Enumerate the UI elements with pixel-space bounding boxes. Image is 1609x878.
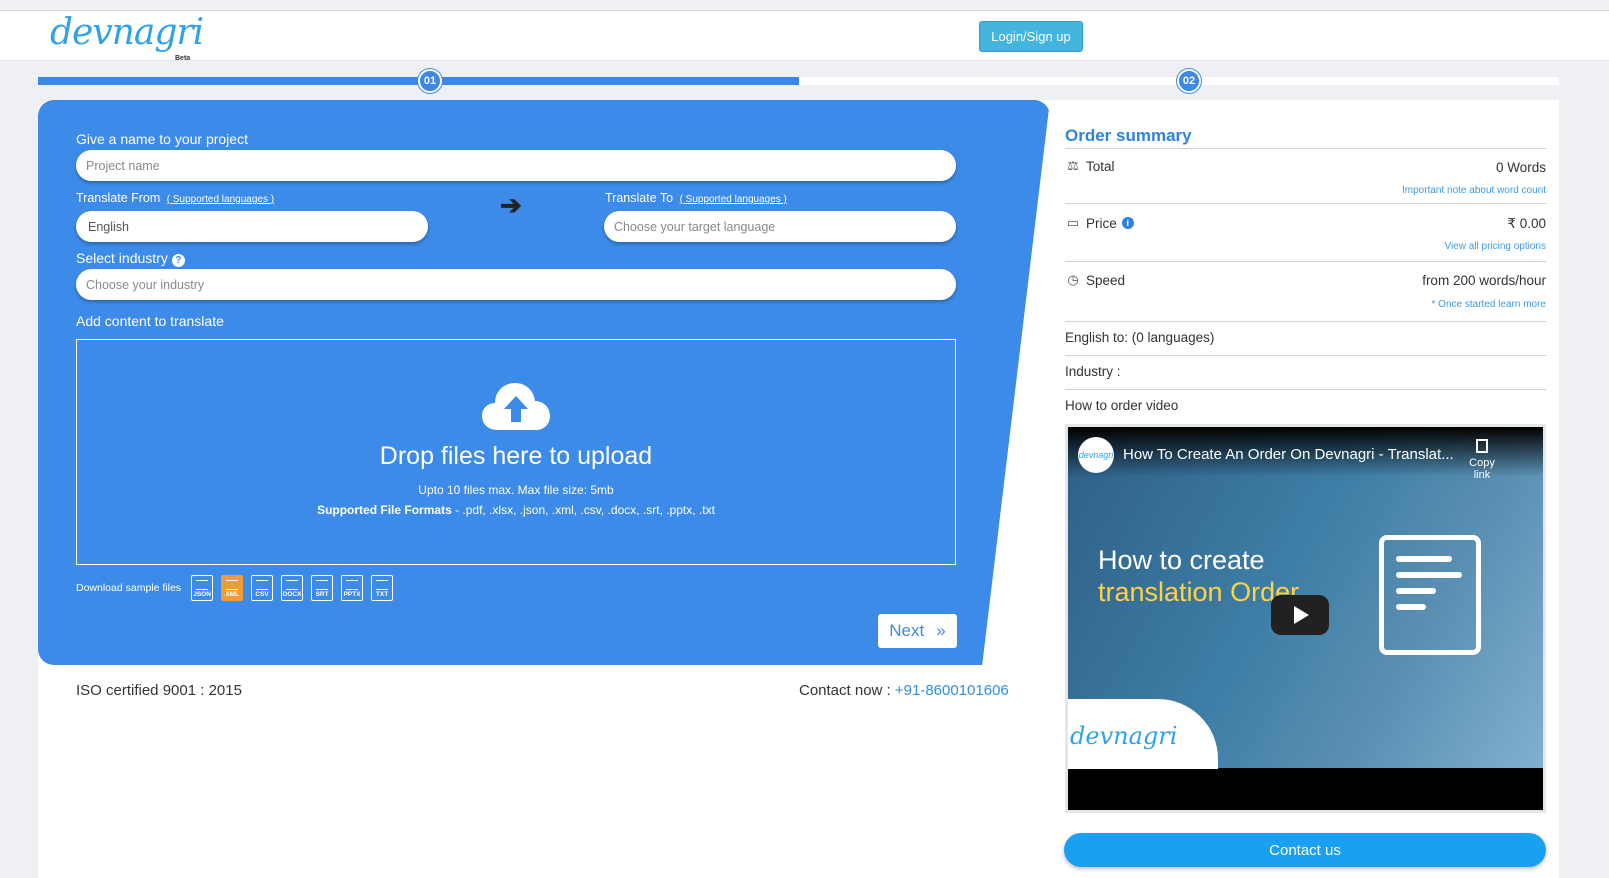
pricing-options-link[interactable]: View all pricing options xyxy=(1444,241,1546,252)
divider xyxy=(1065,321,1546,322)
speed-value: from 200 words/hour xyxy=(1422,273,1546,288)
divider xyxy=(1065,389,1546,390)
industry-label-text: Select industry xyxy=(76,250,168,266)
supported-languages-link-from[interactable]: ( Supported languages ) xyxy=(167,194,274,205)
dropzone-title: Drop files here to upload xyxy=(379,442,653,470)
video-headline-1: How to create xyxy=(1098,545,1265,575)
contact-phone-link[interactable]: +91-8600101606 xyxy=(895,682,1009,699)
sample-files-label: Download sample files xyxy=(76,582,182,594)
formats-list: - .pdf, .xlsx, .json, .xml, .csv, .docx,… xyxy=(451,503,715,517)
price-label-text: Price xyxy=(1086,215,1117,231)
total-value: 0 Words xyxy=(1495,160,1546,175)
total-label: ⚖ Total xyxy=(1065,158,1115,174)
document-edit-icon xyxy=(1379,535,1481,655)
arrow-right-icon: ➔ xyxy=(500,190,522,220)
help-icon[interactable]: ? xyxy=(171,254,185,267)
project-name-input[interactable]: Project name xyxy=(76,150,956,181)
video-title[interactable]: How To Create An Order On Devnagri - Tra… xyxy=(1123,446,1454,463)
divider xyxy=(1065,261,1546,262)
video-headline-2: translation Order xyxy=(1098,577,1300,607)
project-name-label: Give a name to your project xyxy=(76,131,248,147)
translate-from-label: Translate From ( Supported languages ) xyxy=(76,191,274,205)
learn-more-link[interactable]: * Once started learn more xyxy=(1432,299,1547,310)
sample-files-bar: Download sample files JSON XML CSV DOCX … xyxy=(76,575,394,601)
play-button[interactable] xyxy=(1271,595,1329,635)
translate-from-text: Translate From xyxy=(76,191,161,205)
target-language-select[interactable]: Choose your target language xyxy=(604,211,956,242)
total-label-text: Total xyxy=(1086,158,1115,174)
word-count-note-link[interactable]: Important note about word count xyxy=(1402,185,1546,196)
txt-file-icon[interactable]: TXT xyxy=(371,575,394,601)
docx-file-icon[interactable]: DOCX xyxy=(281,575,304,601)
price-value: ₹ 0.00 xyxy=(1507,216,1546,231)
csv-file-icon[interactable]: CSV xyxy=(251,575,274,601)
step-2-indicator: 02 xyxy=(1177,69,1201,93)
target-languages-summary: English to: (0 languages) xyxy=(1065,330,1215,345)
next-button[interactable]: Next » xyxy=(878,614,957,648)
industry-select[interactable]: Choose your industry xyxy=(76,269,956,300)
order-summary-title: Order summary xyxy=(1065,126,1192,145)
weight-icon: ⚖ xyxy=(1067,158,1079,173)
devnagri-logo[interactable]: devnagri xyxy=(50,13,204,53)
divider xyxy=(1065,148,1546,149)
xml-file-icon[interactable]: XML xyxy=(221,575,244,601)
credit-card-icon: ▭ xyxy=(1066,215,1080,230)
price-label: ▭ Price i xyxy=(1065,215,1134,231)
video-label: How to order video xyxy=(1065,398,1179,413)
industry-summary: Industry : xyxy=(1065,364,1121,379)
industry-label: Select industry? xyxy=(76,250,185,267)
next-label: Next xyxy=(889,621,925,640)
copy-link-label: Copy link xyxy=(1469,457,1495,481)
iso-certification: ISO certified 9001 : 2015 xyxy=(76,682,242,699)
copy-link-button[interactable]: Copy link xyxy=(1462,439,1502,481)
file-dropzone[interactable]: Drop files here to upload Upto 10 files … xyxy=(76,339,956,565)
json-file-icon[interactable]: JSON xyxy=(191,575,214,601)
how-to-order-video[interactable]: How to create translation Order devnagri… xyxy=(1065,424,1546,813)
divider xyxy=(1065,355,1546,356)
source-language-select[interactable]: English xyxy=(76,211,428,242)
divider xyxy=(1065,203,1546,204)
pptx-file-icon[interactable]: PPTX xyxy=(341,575,364,601)
dropzone-formats: Supported File Formats - .pdf, .xlsx, .j… xyxy=(317,503,715,517)
cloud-upload-icon xyxy=(482,383,550,430)
speed-label: ◷ Speed xyxy=(1065,272,1125,288)
top-navbar: devnagri Beta Login/Sign up xyxy=(0,10,1609,62)
translate-to-label: Translate To ( Supported languages ) xyxy=(605,191,787,205)
copy-icon xyxy=(1476,439,1488,453)
add-content-label: Add content to translate xyxy=(76,313,224,329)
contact-us-button[interactable]: Contact us xyxy=(1064,833,1546,867)
formats-label: Supported File Formats xyxy=(317,503,452,517)
step-1-indicator: 01 xyxy=(418,69,442,93)
channel-avatar[interactable]: devnagri xyxy=(1078,437,1114,473)
contact-info: Contact now : +91-8600101606 xyxy=(799,682,1009,699)
video-title-bar: devnagri How To Create An Order On Devna… xyxy=(1068,427,1543,481)
video-watermark-logo: devnagri xyxy=(1070,722,1178,750)
supported-languages-link-to[interactable]: ( Supported languages ) xyxy=(680,194,787,205)
contact-label: Contact now : xyxy=(799,682,895,699)
beta-badge: Beta xyxy=(175,55,191,62)
dropzone-limits: Upto 10 files max. Max file size: 5mb xyxy=(418,483,614,497)
speed-label-text: Speed xyxy=(1086,272,1126,288)
srt-file-icon[interactable]: SRT xyxy=(311,575,334,601)
info-icon[interactable]: i xyxy=(1121,217,1134,229)
clock-icon: ◷ xyxy=(1067,272,1079,287)
login-signup-button[interactable]: Login/Sign up xyxy=(979,21,1083,52)
double-chevron-right-icon: » xyxy=(936,621,946,640)
translate-to-text: Translate To xyxy=(605,191,674,205)
